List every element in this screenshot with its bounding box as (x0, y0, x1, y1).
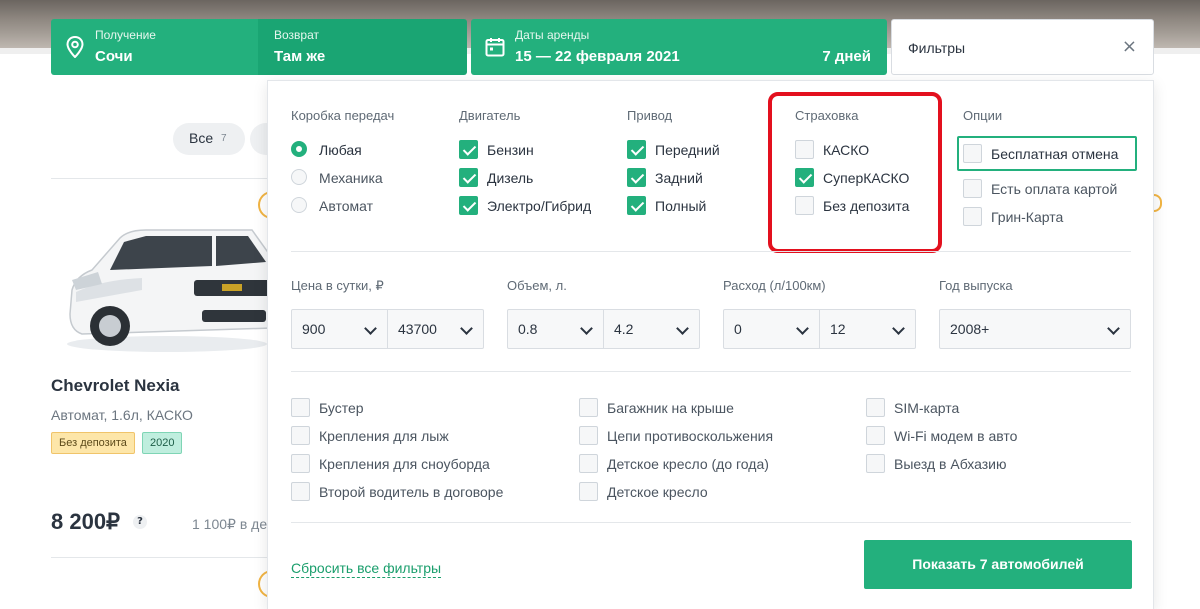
checkbox[interactable] (866, 398, 885, 417)
checkbox[interactable] (291, 454, 310, 473)
checkbox[interactable] (627, 140, 646, 159)
price-per-day: 1 100₽ в день (192, 516, 268, 532)
rental-dates-field[interactable]: Даты аренды 15 — 22 февраля 2021 7 дней (471, 19, 887, 75)
checkbox[interactable] (579, 398, 598, 417)
checkbox[interactable] (291, 426, 310, 445)
volume-from-select[interactable]: 0.8 (507, 309, 604, 349)
close-icon[interactable]: × (1122, 36, 1137, 57)
checkbox[interactable] (459, 140, 478, 159)
year-badge: 2020 (142, 432, 183, 454)
divider (291, 251, 1131, 252)
car-price: 8 200₽ (51, 509, 121, 534)
checkbox[interactable] (291, 482, 310, 501)
checkbox[interactable] (963, 144, 982, 163)
checkbox[interactable] (459, 168, 478, 187)
chip-all[interactable]: Все 7 (173, 123, 245, 155)
radio-button[interactable] (291, 197, 307, 213)
reset-filters-link[interactable]: Сбросить все фильтры (291, 559, 442, 578)
consumption-from-select[interactable]: 0 (723, 309, 820, 349)
checkbox[interactable] (866, 426, 885, 445)
checkbox[interactable] (627, 196, 646, 215)
price-to-select[interactable]: 43700 (388, 309, 484, 349)
filters-toggle[interactable]: Фильтры × (891, 19, 1154, 75)
checkbox[interactable] (795, 196, 814, 215)
chip-all-label: Все (189, 130, 214, 146)
options-title: Опции (963, 108, 1003, 123)
drive-title: Привод (627, 108, 673, 123)
checkbox[interactable] (579, 454, 598, 473)
price-range-label: Цена в сутки, ₽ (291, 278, 384, 293)
deposit-badge: Без депозита (51, 432, 135, 454)
engine-title: Двигатель (459, 108, 521, 123)
pickup-value: Сочи (95, 48, 133, 65)
consumption-to-select[interactable]: 12 (820, 309, 916, 349)
volume-to-select[interactable]: 4.2 (604, 309, 700, 349)
chip-all-count: 7 (221, 133, 227, 144)
consumption-range-label: Расход (л/100км) (723, 278, 826, 293)
show-cars-button[interactable]: Показать 7 автомобилей (864, 540, 1132, 589)
gearbox-title: Коробка передач (291, 108, 395, 123)
chevron-down-icon (796, 322, 809, 335)
radio-button[interactable] (291, 169, 307, 185)
chevron-down-icon (460, 322, 473, 335)
car-image (67, 229, 272, 352)
checkbox[interactable] (963, 207, 982, 226)
radio-button[interactable] (291, 141, 307, 157)
checkbox[interactable] (291, 398, 310, 417)
divider (291, 371, 1131, 372)
dates-value: 15 — 22 февраля 2021 (515, 48, 680, 65)
chevron-down-icon (892, 322, 905, 335)
car-title[interactable]: Chevrolet Nexia (51, 376, 180, 396)
checkbox[interactable] (459, 196, 478, 215)
favorite-ring-icon[interactable] (1154, 194, 1162, 212)
price-help-icon[interactable]: ? (133, 515, 147, 529)
divider (291, 522, 1131, 523)
checkbox[interactable] (795, 168, 814, 187)
checkbox[interactable] (795, 140, 814, 159)
checkbox[interactable] (579, 482, 598, 501)
checkbox[interactable] (866, 454, 885, 473)
checkbox[interactable] (579, 426, 598, 445)
return-value: Там же (274, 48, 326, 65)
pickup-field[interactable]: Получение Сочи (51, 19, 258, 75)
location-pin-icon (66, 36, 84, 58)
days-count: 7 дней (822, 48, 871, 65)
pickup-label: Получение (95, 28, 156, 42)
checkbox[interactable] (627, 168, 646, 187)
divider (51, 178, 271, 179)
return-field[interactable]: Возврат Там же (258, 19, 467, 75)
checkbox[interactable] (963, 179, 982, 198)
chevron-down-icon (676, 322, 689, 335)
chevron-down-icon (364, 322, 377, 335)
chevron-down-icon (1107, 322, 1120, 335)
year-label: Год выпуска (939, 278, 1013, 293)
insurance-title: Страховка (795, 108, 859, 123)
dates-label: Даты аренды (515, 28, 590, 42)
year-select[interactable]: 2008+ (939, 309, 1131, 349)
divider (51, 557, 271, 558)
calendar-icon (485, 38, 505, 57)
filters-label: Фильтры (908, 40, 966, 56)
price-from-select[interactable]: 900 (291, 309, 388, 349)
car-subtitle: Автомат, 1.6л, КАСКО (51, 407, 193, 423)
chevron-down-icon (580, 322, 593, 335)
volume-range-label: Объем, л. (507, 278, 567, 293)
filters-panel: Коробка передач Любая Механика Автомат Д… (267, 80, 1154, 609)
return-label: Возврат (274, 28, 319, 42)
